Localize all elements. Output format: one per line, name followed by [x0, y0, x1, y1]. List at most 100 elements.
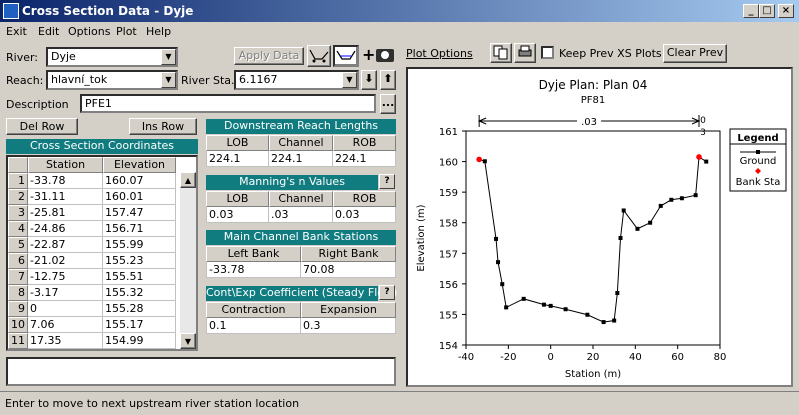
row-header[interactable]: 2	[8, 189, 28, 205]
ins-row-button[interactable]: Ins Row	[129, 118, 197, 135]
del-row-button[interactable]: Del Row	[6, 118, 78, 135]
print-icon[interactable]	[514, 43, 536, 63]
row-header[interactable]: 6	[8, 253, 28, 269]
downstream-rob-input[interactable]: 224.1	[333, 151, 396, 167]
xs-chart: Dyje Plan: Plan 04 PF81 -40 -20 0 20 40 60 80 154…	[416, 78, 787, 380]
apply-data-button[interactable]: Apply Data	[234, 47, 304, 65]
station-cell[interactable]: -21.02	[28, 253, 103, 269]
elevation-cell[interactable]: 157.47	[103, 205, 176, 221]
ground-point	[679, 196, 684, 201]
bank-title: Main Channel Bank Stations	[206, 230, 396, 245]
ground-point	[618, 236, 623, 240]
ground-point	[615, 291, 620, 296]
contraction-input[interactable]: 0.1	[206, 318, 301, 334]
app-icon	[3, 3, 19, 19]
scroll-down-arrow[interactable]: ▼	[180, 333, 196, 349]
mannings-channel-input[interactable]: .03	[269, 207, 333, 223]
minimize-button[interactable]: _	[743, 4, 759, 18]
xs-plot-icon[interactable]	[333, 45, 359, 67]
ground-point	[648, 220, 653, 225]
maximize-button[interactable]: □	[759, 4, 775, 18]
x-tick-label: 20	[587, 352, 600, 363]
elevation-cell[interactable]: 155.17	[103, 317, 176, 333]
plot-options-link[interactable]: Plot Options	[406, 47, 473, 60]
left-bank-header: Left Bank	[206, 246, 301, 262]
row-header[interactable]: 5	[8, 237, 28, 253]
station-cell[interactable]: -3.17	[28, 285, 103, 301]
close-button[interactable]: ×	[778, 4, 794, 18]
ground-point	[621, 208, 626, 213]
legend-bank-label: Bank Sta	[736, 177, 781, 188]
row-header[interactable]: 1	[8, 173, 28, 189]
keep-prev-checkbox[interactable]	[541, 46, 554, 59]
description-input[interactable]: PFE1	[80, 94, 376, 113]
station-cell[interactable]: -22.87	[28, 237, 103, 253]
station-cell[interactable]: 17.35	[28, 333, 103, 349]
elevation-cell[interactable]: 155.23	[103, 253, 176, 269]
row-header[interactable]: 11	[8, 333, 28, 349]
chevron-down-icon[interactable]: ▼	[161, 49, 176, 65]
downstream-title: Downstream Reach Lengths	[206, 119, 396, 134]
xs-editor-icon[interactable]	[307, 45, 331, 67]
bank-sta-point	[476, 156, 482, 163]
mannings-lob-input[interactable]: 0.03	[206, 207, 269, 223]
ground-point	[658, 203, 663, 208]
col-header-station: Station	[28, 157, 103, 173]
right-bank-header: Right Bank	[301, 246, 396, 262]
elevation-cell[interactable]: 155.28	[103, 301, 176, 317]
station-cell[interactable]: -24.86	[28, 221, 103, 237]
col-header-elevation: Elevation	[103, 157, 176, 173]
scroll-up-arrow[interactable]: ▲	[180, 172, 196, 188]
elevation-cell[interactable]: 155.32	[103, 285, 176, 301]
row-header[interactable]: 7	[8, 269, 28, 285]
mannings-help-icon[interactable]: ?	[379, 174, 395, 189]
clear-prev-button[interactable]: Clear Prev	[663, 44, 727, 63]
elevation-cell[interactable]: 156.71	[103, 221, 176, 237]
right-n-label: 0	[700, 116, 706, 126]
right-bank-input[interactable]: 70.08	[301, 262, 396, 278]
chevron-down-icon[interactable]: ▼	[161, 72, 176, 88]
downstream-channel-input[interactable]: 224.1	[269, 151, 333, 167]
river-sta-select[interactable]: 6.1167 ▼	[234, 70, 359, 90]
expansion-input[interactable]: 0.3	[301, 318, 396, 334]
menu-edit[interactable]: Edit	[38, 25, 59, 38]
down-arrow-icon[interactable]: ⬇	[361, 70, 377, 90]
y-tick-label: 154	[439, 341, 458, 352]
up-arrow-icon[interactable]: ⬆	[380, 70, 396, 90]
menu-plot[interactable]: Plot	[116, 25, 137, 38]
copy-icon[interactable]	[490, 43, 512, 63]
downstream-lob-input[interactable]: 224.1	[206, 151, 269, 167]
station-cell[interactable]: 0	[28, 301, 103, 317]
mannings-rob-input[interactable]: 0.03	[333, 207, 396, 223]
contexp-help-icon[interactable]: ?	[379, 285, 395, 300]
row-header[interactable]: 3	[8, 205, 28, 221]
station-cell[interactable]: -25.81	[28, 205, 103, 221]
menu-exit[interactable]: Exit	[6, 25, 27, 38]
camera-icon[interactable]	[376, 49, 394, 62]
menu-options[interactable]: Options	[68, 25, 110, 38]
chevron-down-icon[interactable]: ▼	[342, 72, 357, 88]
left-bank-input[interactable]: -33.78	[206, 262, 301, 278]
station-cell[interactable]: -12.75	[28, 269, 103, 285]
elevation-cell[interactable]: 160.07	[103, 173, 176, 189]
elevation-cell[interactable]: 155.99	[103, 237, 176, 253]
elevation-cell[interactable]: 160.01	[103, 189, 176, 205]
elevation-cell[interactable]: 155.51	[103, 269, 176, 285]
menu-bar: Exit Edit Options Plot Help	[0, 23, 799, 41]
river-select[interactable]: Dyje ▼	[46, 47, 178, 67]
row-header[interactable]: 8	[8, 285, 28, 301]
reach-select[interactable]: hlavní_tok ▼	[46, 70, 178, 90]
menu-help[interactable]: Help	[146, 25, 171, 38]
elevation-cell[interactable]: 154.99	[103, 333, 176, 349]
row-header[interactable]: 10	[8, 317, 28, 333]
station-cell[interactable]: -33.78	[28, 173, 103, 189]
row-header[interactable]: 4	[8, 221, 28, 237]
row-header[interactable]: 9	[8, 301, 28, 317]
xs-coords-scrollbar[interactable]: ▲ ▼	[180, 172, 196, 349]
y-axis-label: Elevation (m)	[416, 204, 427, 271]
description-browse-button[interactable]: ...	[380, 94, 396, 114]
add-icon[interactable]: +	[362, 45, 375, 64]
station-cell[interactable]: -31.11	[28, 189, 103, 205]
ground-point	[693, 193, 698, 198]
station-cell[interactable]: 7.06	[28, 317, 103, 333]
